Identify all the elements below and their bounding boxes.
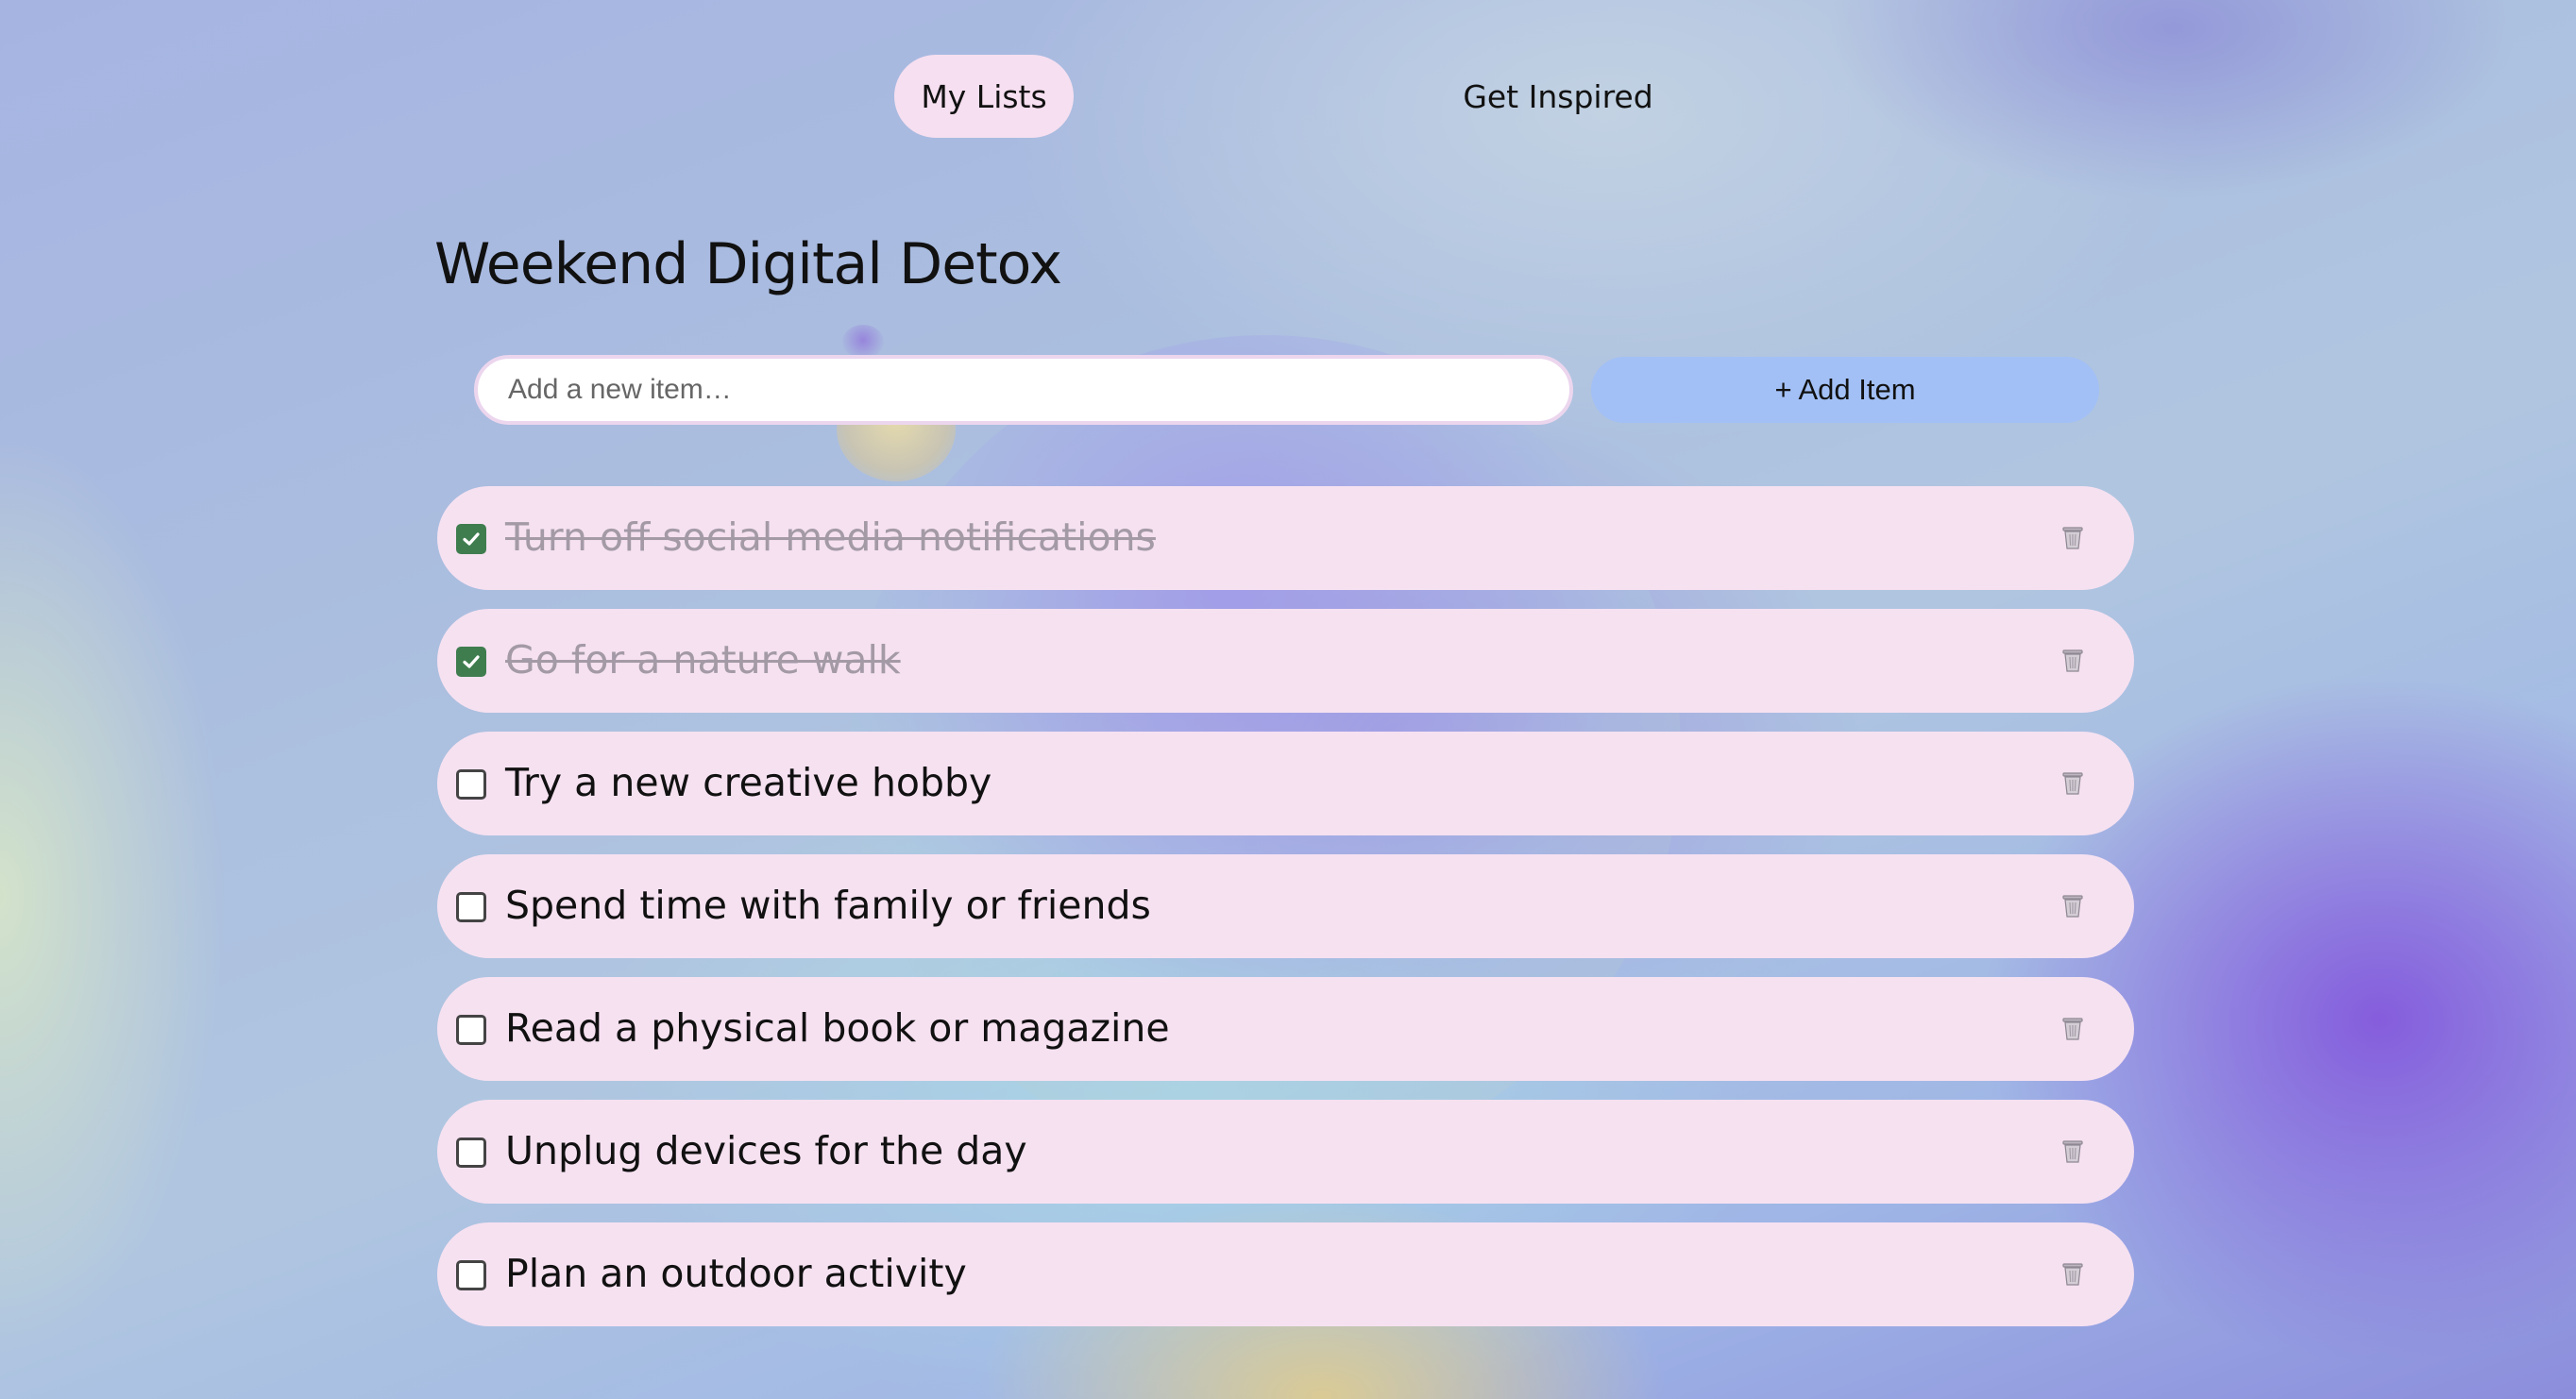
todo-item: Turn off social media notifications (437, 486, 2134, 590)
item-text: Plan an outdoor activity (505, 1251, 967, 1297)
item-checkbox[interactable] (456, 1015, 486, 1045)
trash-icon[interactable] (2059, 648, 2086, 674)
todo-list: Turn off social media notifications Go f… (437, 486, 2134, 1345)
checkmark-icon (463, 532, 480, 546)
todo-item: Go for a nature walk (437, 609, 2134, 713)
todo-item: Unplug devices for the day (437, 1100, 2134, 1204)
trash-icon[interactable] (2059, 893, 2086, 919)
item-text: Go for a nature walk (505, 637, 901, 683)
item-text: Read a physical book or magazine (505, 1005, 1170, 1052)
todo-item: Try a new creative hobby (437, 732, 2134, 835)
add-item-button[interactable]: + Add Item (1591, 357, 2099, 423)
item-checkbox[interactable] (456, 892, 486, 922)
item-checkbox[interactable] (456, 647, 486, 677)
trash-icon[interactable] (2059, 770, 2086, 797)
trash-icon[interactable] (2059, 1016, 2086, 1042)
trash-icon[interactable] (2059, 1261, 2086, 1288)
tab-my-lists[interactable]: My Lists (894, 55, 1074, 138)
todo-item: Spend time with family or friends (437, 854, 2134, 958)
list-title: Weekend Digital Detox (434, 231, 1062, 297)
background-dot (842, 325, 884, 359)
item-text: Try a new creative hobby (505, 760, 992, 806)
item-text: Turn off social media notifications (505, 514, 1156, 561)
new-item-input[interactable] (474, 355, 1573, 425)
trash-icon[interactable] (2059, 525, 2086, 551)
item-checkbox[interactable] (456, 524, 486, 554)
item-checkbox[interactable] (456, 1260, 486, 1290)
item-checkbox[interactable] (456, 1138, 486, 1168)
checkmark-icon (463, 655, 480, 668)
todo-item: Plan an outdoor activity (437, 1222, 2134, 1326)
tab-get-inspired[interactable]: Get Inspired (1445, 55, 1671, 138)
item-text: Spend time with family or friends (505, 883, 1151, 929)
todo-item: Read a physical book or magazine (437, 977, 2134, 1081)
item-text: Unplug devices for the day (505, 1128, 1027, 1174)
item-checkbox[interactable] (456, 769, 486, 800)
trash-icon[interactable] (2059, 1138, 2086, 1165)
